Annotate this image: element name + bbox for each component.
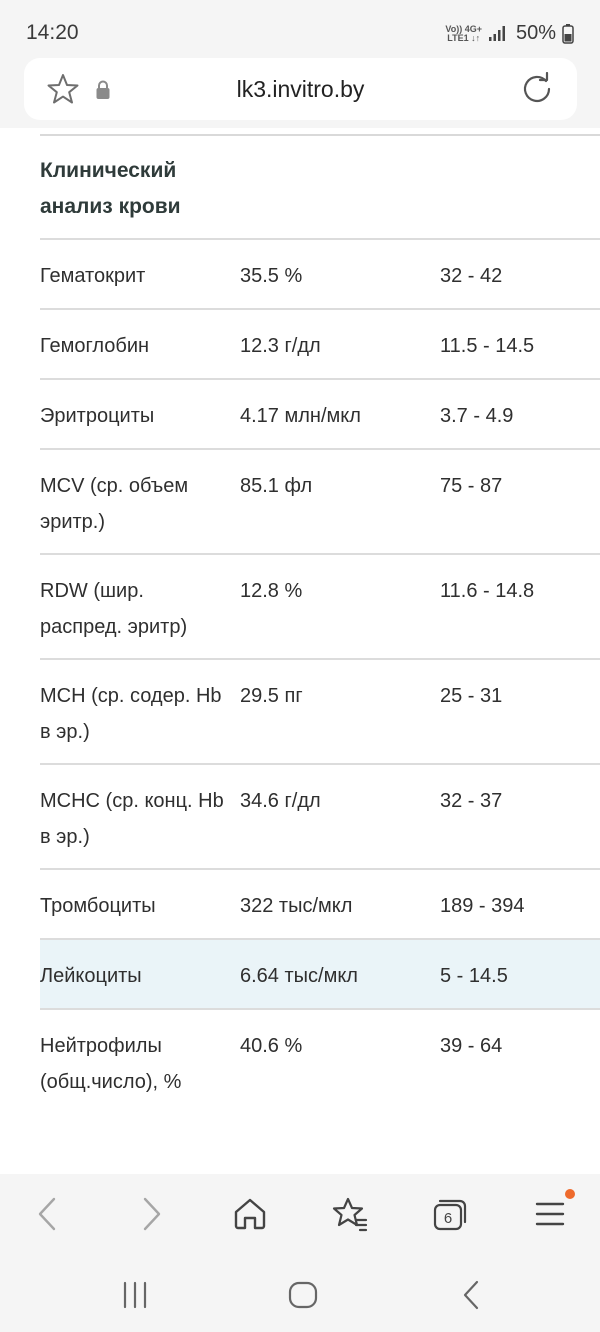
reference-range: 32 - 37 (440, 790, 503, 812)
table-row: Гематокрит 35.5 % 32 - 42 (40, 238, 600, 308)
result-value: 6.64 тыс/мкл (240, 965, 358, 987)
section-title: Клинический анализ крови (40, 159, 181, 218)
result-name: Нейтрофилы (общ.число), % (40, 1035, 182, 1093)
reload-icon[interactable] (520, 72, 554, 106)
result-value: 322 тыс/мкл (240, 895, 353, 917)
result-name: MCHC (ср. конц. Hb в эр.) (40, 790, 224, 848)
table-row: Лейкоциты 6.64 тыс/мкл 5 - 14.5 (40, 938, 600, 1008)
result-value: 12.3 г/дл (240, 335, 321, 357)
result-name: MCV (ср. объем эритр.) (40, 475, 189, 533)
status-indicators: Vo)) 4G+ LTE1 ↓↑ 50% (445, 22, 574, 45)
reference-range: 25 - 31 (440, 685, 503, 707)
home-nav-icon[interactable] (286, 1278, 320, 1312)
status-bar: 14:20 Vo)) 4G+ LTE1 ↓↑ 50% (0, 0, 600, 62)
result-name: Лейкоциты (40, 965, 142, 987)
reference-range: 189 - 394 (440, 895, 525, 917)
reference-range: 5 - 14.5 (440, 965, 508, 987)
menu-notification-dot (565, 1189, 575, 1199)
results-table: Гематокрит 35.5 % 32 - 42 Гемоглобин 12.3 г/… (0, 238, 600, 1113)
divider (40, 134, 600, 136)
table-row: RDW (шир. распред. эритр) 12.8 % 11.6 - 14… (40, 553, 600, 658)
tabs-icon[interactable]: 6 (430, 1194, 470, 1234)
result-value: 35.5 % (240, 265, 303, 287)
reference-range: 11.5 - 14.5 (440, 335, 535, 357)
result-name: Гемоглобин (40, 335, 150, 357)
network-text-bottom: LTE1 ↓↑ (447, 32, 481, 43)
back-nav-icon[interactable] (455, 1278, 489, 1312)
result-value: 85.1 фл (240, 475, 313, 497)
star-icon[interactable] (46, 72, 80, 106)
tabs-count: 6 (444, 1210, 452, 1227)
result-value: 4.17 млн/мкл (240, 405, 361, 427)
table-row: MCV (ср. объем эритр.) 85.1 фл 75 - 87 (40, 448, 600, 553)
battery-icon (562, 23, 574, 44)
result-name: RDW (шир. распред. эритр) (40, 580, 188, 638)
result-value: 12.8 % (240, 580, 303, 602)
battery-percent: 50% (515, 22, 556, 44)
reference-range: 11.6 - 14.8 (440, 580, 535, 602)
status-time: 14:20 (26, 21, 79, 44)
reference-range: 39 - 64 (440, 1035, 503, 1057)
result-name: Гематокрит (40, 265, 146, 287)
result-name: MCH (ср. содер. Hb в эр.) (40, 685, 222, 743)
table-row: MCHC (ср. конц. Hb в эр.) 34.6 г/дл 32 - 3… (40, 763, 600, 868)
table-row: MCH (ср. содер. Hb в эр.) 29.5 пг 25 - 31 (40, 658, 600, 763)
reference-range: 32 - 42 (440, 265, 503, 287)
table-row: Эритроциты 4.17 млн/мкл 3.7 - 4.9 (40, 378, 600, 448)
home-icon[interactable] (230, 1194, 270, 1234)
recent-apps-icon[interactable] (118, 1278, 152, 1312)
chevron-right-icon[interactable] (131, 1194, 171, 1234)
signal-icon (488, 25, 505, 41)
reference-range: 3.7 - 4.9 (440, 405, 514, 427)
result-name: Эритроциты (40, 405, 155, 427)
result-value: 29.5 пг (240, 685, 303, 707)
chevron-left-icon[interactable] (28, 1194, 68, 1234)
page-content: Клинический анализ крови Гематокрит 35.5 … (0, 128, 600, 1174)
system-navigation-bar (0, 1256, 600, 1332)
table-row: Тромбоциты 322 тыс/мкл 189 - 394 (40, 868, 600, 938)
result-name: Тромбоциты (40, 895, 156, 917)
result-value: 40.6 % (240, 1035, 303, 1057)
menu-icon[interactable] (530, 1194, 570, 1234)
result-value: 34.6 г/дл (240, 790, 321, 812)
table-row: Гемоглобин 12.3 г/дл 11.5 - 14.5 (40, 308, 600, 378)
network-indicator: Vo)) 4G+ LTE1 ↓↑ (445, 24, 482, 43)
table-row: Нейтрофилы (общ.число), % 40.6 % 39 - 64 (40, 1008, 600, 1113)
bookmarks-icon[interactable] (330, 1194, 370, 1234)
browser-toolbar: 6 (0, 1174, 600, 1256)
reference-range: 75 - 87 (440, 475, 503, 497)
lock-icon (96, 80, 110, 99)
